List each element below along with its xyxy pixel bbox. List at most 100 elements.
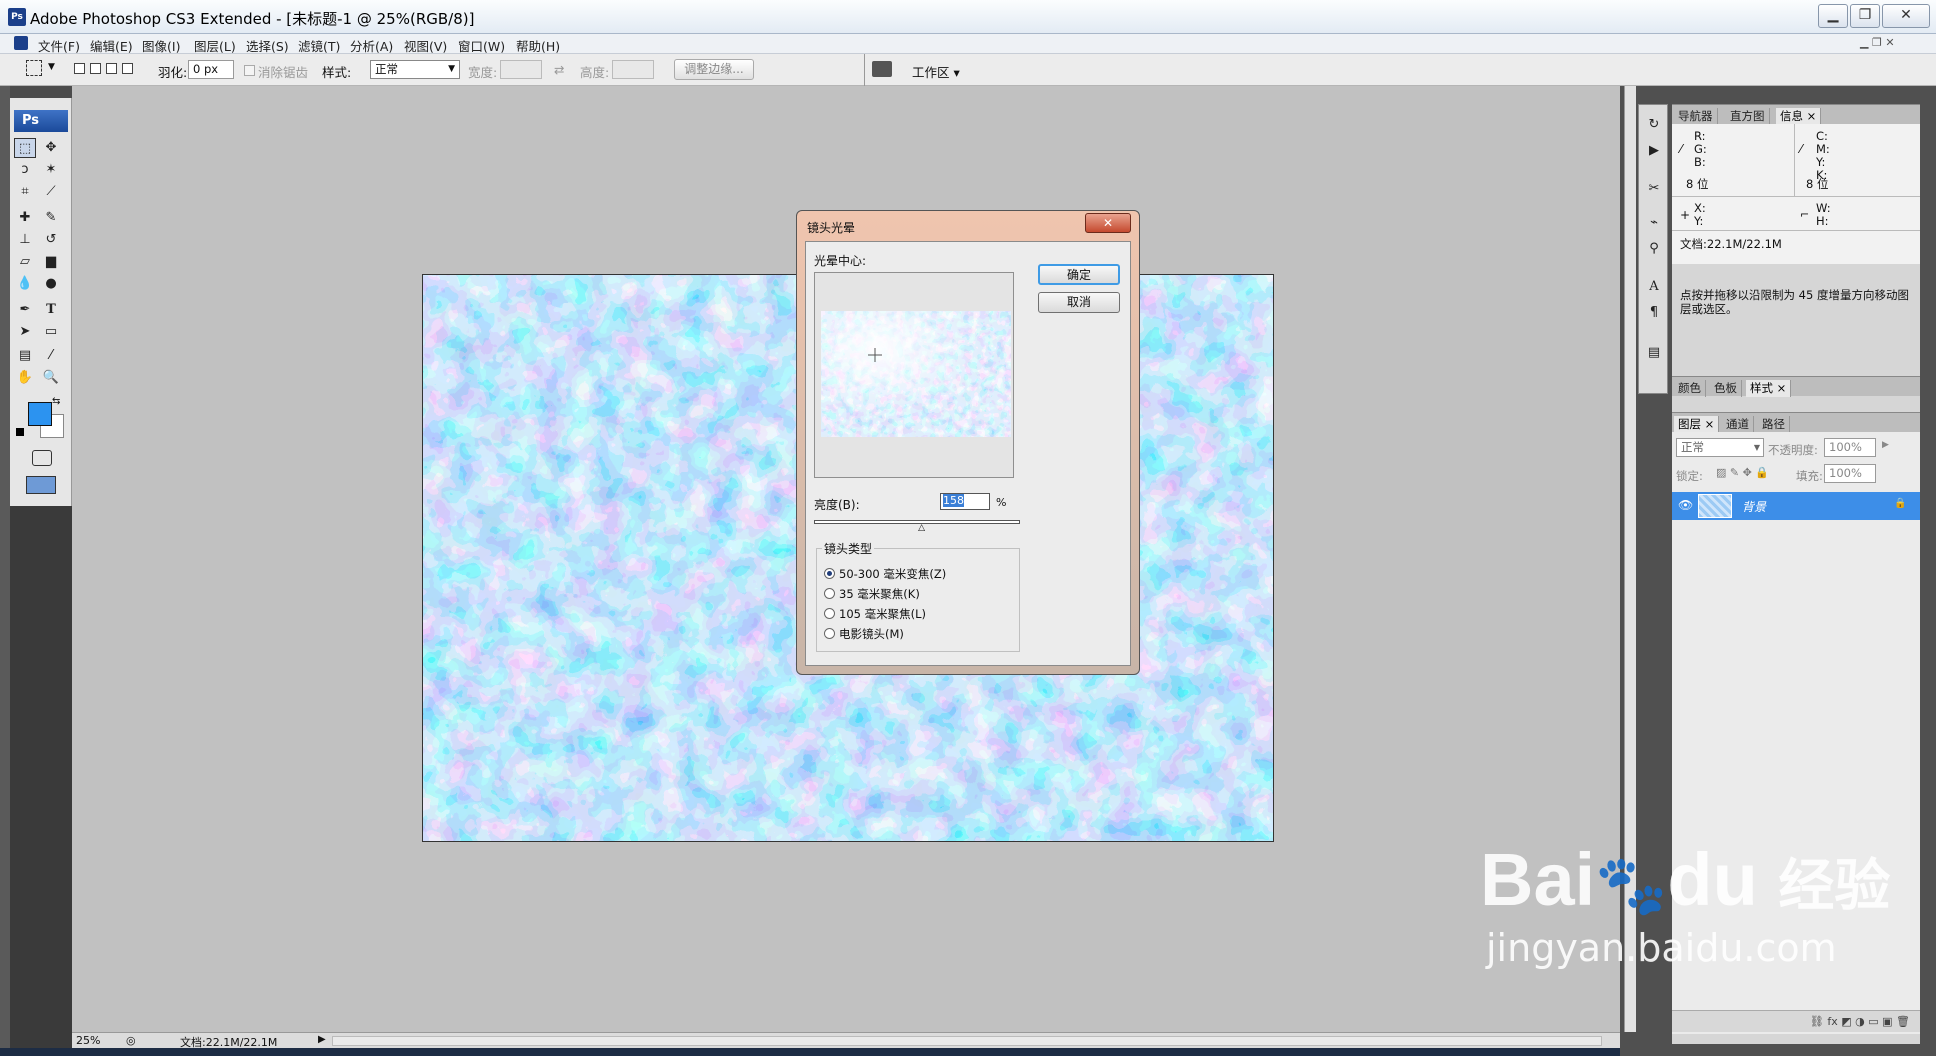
character-icon[interactable]: A bbox=[1643, 277, 1665, 297]
tab-histogram[interactable]: 直方图 bbox=[1726, 108, 1770, 125]
menu-analysis[interactable]: 分析(A) bbox=[350, 36, 393, 55]
fill-input[interactable]: 100% bbox=[1824, 464, 1876, 483]
feather-input[interactable]: 0 px bbox=[188, 60, 234, 79]
tab-styles[interactable]: 样式 × bbox=[1746, 380, 1792, 397]
eye-icon[interactable]: 👁 bbox=[1678, 498, 1693, 512]
lens-option-movie[interactable]: 电影镜头(M) bbox=[824, 626, 904, 642]
ok-button[interactable]: 确定 bbox=[1038, 264, 1120, 285]
zoom-level[interactable]: 25% bbox=[76, 1034, 100, 1047]
crop-icon[interactable]: ⌗ bbox=[14, 182, 36, 202]
tab-layers[interactable]: 图层 × bbox=[1674, 416, 1720, 433]
add-selection-icon[interactable] bbox=[90, 63, 101, 74]
brightness-slider-thumb[interactable]: △ bbox=[918, 524, 928, 533]
brightness-slider[interactable] bbox=[814, 520, 1020, 524]
bridge-icon[interactable] bbox=[872, 61, 892, 77]
lock-options-icon[interactable]: ▨ ✎ ✥ 🔒 bbox=[1716, 466, 1769, 479]
zoom-icon[interactable]: 🔍 bbox=[40, 368, 62, 388]
opacity-input[interactable]: 100% bbox=[1824, 438, 1876, 457]
marquee-icon[interactable]: ⬚ bbox=[14, 138, 36, 158]
swap-colors-icon[interactable]: ⇆ bbox=[52, 396, 60, 407]
tool-presets-icon[interactable]: ✂ bbox=[1643, 179, 1665, 199]
refine-edge-button[interactable]: 调整边缘... bbox=[674, 59, 754, 80]
tab-color[interactable]: 颜色 bbox=[1674, 380, 1706, 397]
clone-source-icon[interactable]: ⚲ bbox=[1643, 239, 1665, 259]
ps-logo[interactable]: Ps bbox=[14, 110, 68, 132]
workspace-button[interactable]: 工作区 ▾ bbox=[912, 62, 960, 81]
status-menu-arrow[interactable]: ▶ bbox=[318, 1034, 326, 1045]
eyedropper-icon[interactable]: ⁄ bbox=[40, 346, 62, 366]
status-icon[interactable]: ◎ bbox=[126, 1034, 136, 1047]
slice-icon[interactable]: ⟋ bbox=[40, 182, 62, 202]
chevron-down-icon[interactable]: ▼ bbox=[48, 62, 55, 72]
history-brush-icon[interactable]: ↺ bbox=[40, 230, 62, 250]
lasso-icon[interactable]: ↄ bbox=[14, 160, 36, 180]
menu-window[interactable]: 窗口(W) bbox=[458, 36, 505, 55]
horizontal-scrollbar[interactable] bbox=[332, 1036, 1602, 1046]
screen-mode-icon[interactable] bbox=[26, 476, 56, 494]
eraser-icon[interactable]: ▱ bbox=[14, 252, 36, 272]
style-select[interactable]: 正常 ▼ bbox=[370, 60, 460, 79]
default-colors-icon[interactable] bbox=[16, 428, 24, 436]
close-icon[interactable]: ✕ bbox=[1882, 4, 1930, 28]
menu-filter[interactable]: 滤镜(T) bbox=[298, 36, 340, 55]
foreground-color-swatch[interactable] bbox=[28, 402, 52, 426]
intersect-selection-icon[interactable] bbox=[122, 63, 133, 74]
gradient-icon[interactable]: ▆ bbox=[40, 252, 62, 272]
healing-icon[interactable]: ✚ bbox=[14, 208, 36, 228]
notes-icon[interactable]: ▤ bbox=[14, 346, 36, 366]
hand-icon[interactable]: ✋ bbox=[14, 368, 36, 388]
antialias-checkbox[interactable] bbox=[244, 65, 255, 76]
lens-option-zoom[interactable]: 50-300 毫米变焦(Z) bbox=[824, 566, 946, 582]
cancel-button[interactable]: 取消 bbox=[1038, 292, 1120, 313]
path-select-icon[interactable]: ➤ bbox=[14, 322, 36, 342]
width-input[interactable] bbox=[500, 60, 542, 79]
height-input[interactable] bbox=[612, 60, 654, 79]
flare-preview[interactable] bbox=[821, 311, 1011, 437]
menu-edit[interactable]: 编辑(E) bbox=[90, 36, 133, 55]
menu-layer[interactable]: 图层(L) bbox=[194, 36, 236, 55]
toolbox-header[interactable] bbox=[10, 86, 72, 98]
magic-wand-icon[interactable]: ✶ bbox=[40, 160, 62, 180]
tab-info[interactable]: 信息 × bbox=[1776, 108, 1822, 125]
pen-icon[interactable]: ✒ bbox=[14, 300, 36, 320]
history-icon[interactable]: ↻ bbox=[1643, 115, 1665, 135]
marquee-preset-icon[interactable] bbox=[26, 60, 42, 76]
tab-channels[interactable]: 通道 bbox=[1722, 416, 1754, 433]
quick-mask-icon[interactable] bbox=[32, 450, 52, 466]
lens-option-105mm[interactable]: 105 毫米聚焦(L) bbox=[824, 606, 926, 622]
doc-window-controls[interactable]: ▁ ❐ ✕ bbox=[1860, 36, 1895, 49]
layer-comps-icon[interactable]: ▤ bbox=[1643, 343, 1665, 363]
ps-menu-icon[interactable] bbox=[14, 36, 28, 50]
tab-paths[interactable]: 路径 bbox=[1758, 416, 1790, 433]
blur-icon[interactable]: 💧 bbox=[14, 274, 36, 294]
brightness-input[interactable]: 158 bbox=[940, 493, 990, 510]
move-icon[interactable]: ✥ bbox=[40, 138, 62, 158]
swap-icon[interactable]: ⇄ bbox=[554, 62, 564, 77]
tab-swatches[interactable]: 色板 bbox=[1710, 380, 1742, 397]
new-selection-icon[interactable] bbox=[74, 63, 85, 74]
actions-icon[interactable]: ▶ bbox=[1643, 141, 1665, 161]
brushes-icon[interactable]: ⌁ bbox=[1643, 213, 1665, 233]
menu-select[interactable]: 选择(S) bbox=[246, 36, 289, 55]
opacity-arrow-icon[interactable]: ▶ bbox=[1882, 440, 1889, 450]
menu-view[interactable]: 视图(V) bbox=[404, 36, 447, 55]
close-icon[interactable]: ✕ bbox=[1085, 213, 1131, 233]
tab-navigator[interactable]: 导航器 bbox=[1674, 108, 1718, 125]
subtract-selection-icon[interactable] bbox=[106, 63, 117, 74]
layer-actions-icon[interactable]: ⛓ fx ◩ ◑ ▭ ▣ 🗑 bbox=[1810, 1015, 1910, 1028]
layer-name[interactable]: 背景 bbox=[1742, 498, 1766, 515]
blend-mode-select[interactable]: 正常 ▼ bbox=[1676, 438, 1764, 457]
menu-image[interactable]: 图像(I) bbox=[142, 36, 180, 55]
type-icon[interactable]: T bbox=[40, 300, 62, 320]
shape-icon[interactable]: ▭ bbox=[40, 322, 62, 342]
dodge-icon[interactable]: ● bbox=[40, 274, 62, 294]
paragraph-icon[interactable]: ¶ bbox=[1643, 303, 1665, 323]
lens-option-35mm[interactable]: 35 毫米聚焦(K) bbox=[824, 586, 920, 602]
menu-file[interactable]: 文件(F) bbox=[38, 36, 80, 55]
restore-icon[interactable]: ❐ bbox=[1850, 4, 1880, 28]
layer-row-background[interactable]: 👁 背景 🔒 bbox=[1672, 492, 1920, 520]
menu-help[interactable]: 帮助(H) bbox=[516, 36, 560, 55]
minimize-icon[interactable]: ▁ bbox=[1818, 4, 1848, 28]
brush-icon[interactable]: ✎ bbox=[40, 208, 62, 228]
stamp-icon[interactable]: ⊥ bbox=[14, 230, 36, 250]
